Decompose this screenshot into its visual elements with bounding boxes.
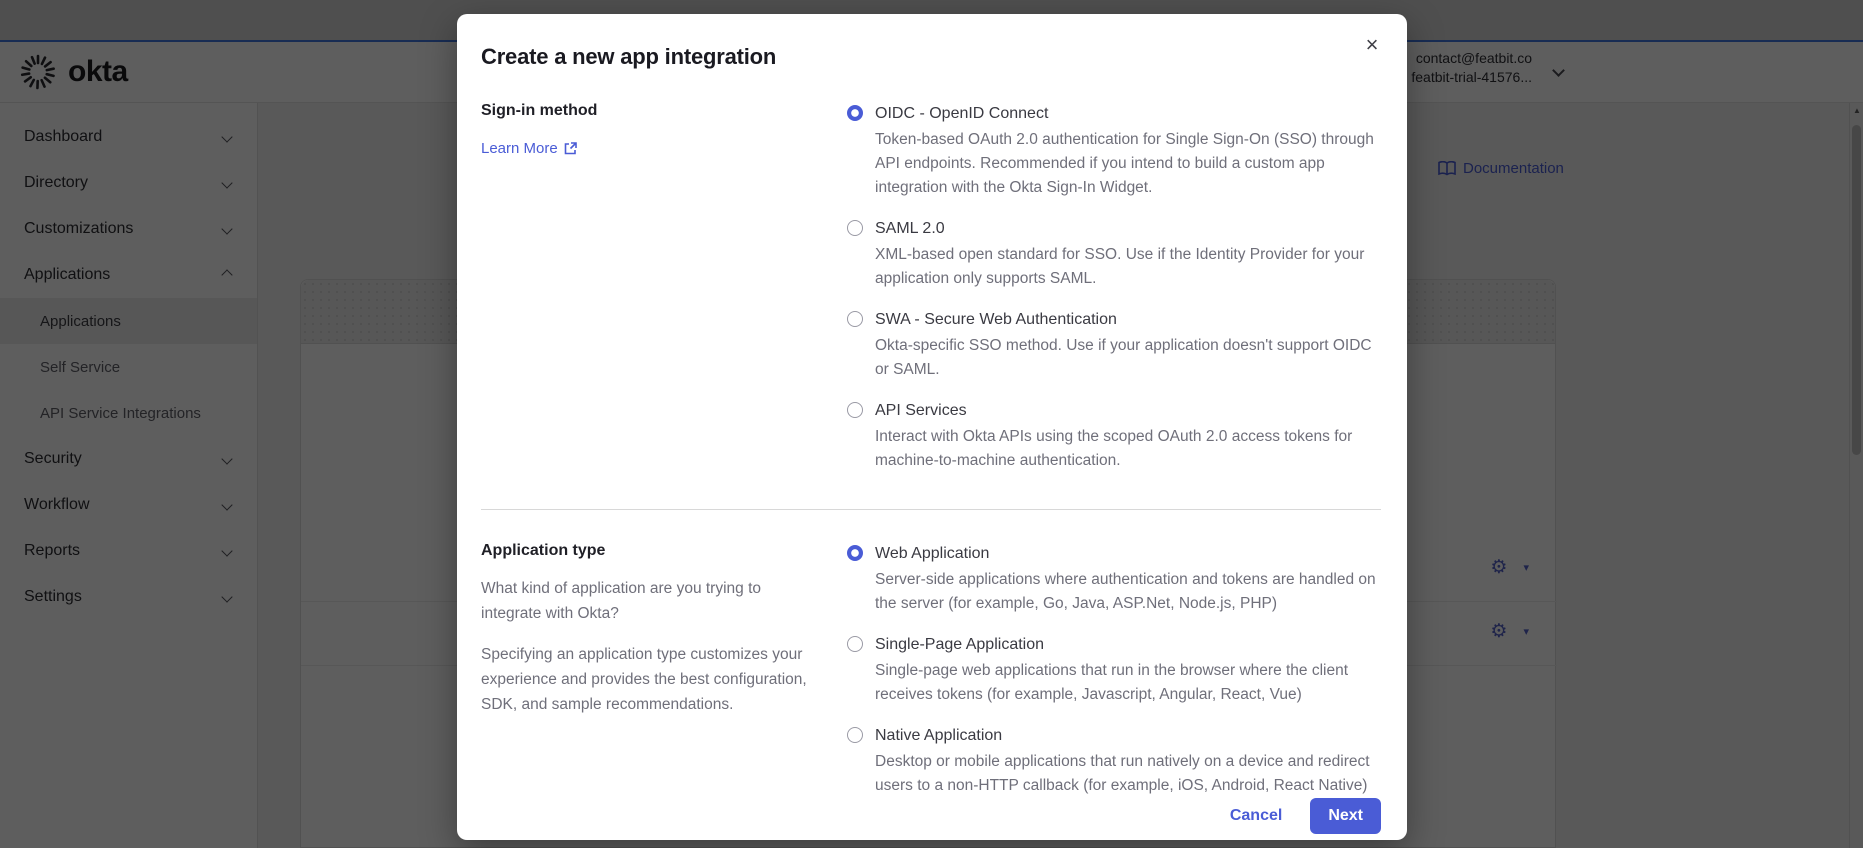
dialog-title: Create a new app integration <box>481 44 777 69</box>
signin-method-section: Sign-in method Learn More OIDC - OpenID … <box>481 102 1381 473</box>
signin-option-oidc[interactable]: OIDC - OpenID Connect Token-based OAuth … <box>847 102 1381 200</box>
option-name: Native Application <box>875 727 1003 744</box>
apptype-option-spa[interactable]: Single-Page Application Single-page web … <box>847 633 1381 707</box>
create-app-integration-dialog: × Create a new app integration Sign-in m… <box>457 14 1407 840</box>
next-button[interactable]: Next <box>1310 798 1381 834</box>
option-description: Okta-specific SSO method. Use if your ap… <box>875 337 1372 378</box>
signin-option-swa[interactable]: SWA - Secure Web Authentication Okta-spe… <box>847 308 1381 382</box>
option-name: SAML 2.0 <box>875 220 945 237</box>
radio-native-application[interactable] <box>847 727 863 743</box>
radio-single-page-application[interactable] <box>847 636 863 652</box>
application-type-label: Application type <box>481 542 606 559</box>
option-name: Web Application <box>875 545 990 562</box>
option-description: Token-based OAuth 2.0 authentication for… <box>875 131 1374 196</box>
signin-method-label: Sign-in method <box>481 102 598 119</box>
radio-saml[interactable] <box>847 220 863 236</box>
option-name: SWA - Secure Web Authentication <box>875 311 1117 328</box>
okta-admin-page: okta contact@featbit.co featbit-trial-41… <box>0 0 1863 848</box>
application-type-help2: Specifying an application type customize… <box>481 646 807 713</box>
close-icon[interactable]: × <box>1357 30 1387 60</box>
radio-swa[interactable] <box>847 311 863 327</box>
application-type-section: Application type What kind of applicatio… <box>481 542 1381 798</box>
apptype-option-native[interactable]: Native Application Desktop or mobile app… <box>847 724 1381 798</box>
signin-option-api-services[interactable]: API Services Interact with Okta APIs usi… <box>847 399 1381 473</box>
option-name: OIDC - OpenID Connect <box>875 105 1049 122</box>
radio-oidc[interactable] <box>847 105 863 121</box>
application-type-help1: What kind of application are you trying … <box>481 580 762 622</box>
learn-more-link[interactable]: Learn More <box>481 140 577 157</box>
option-description: XML-based open standard for SSO. Use if … <box>875 246 1365 287</box>
learn-more-label: Learn More <box>481 140 558 157</box>
option-description: Single-page web applications that run in… <box>875 662 1349 703</box>
option-description: Desktop or mobile applications that run … <box>875 753 1370 794</box>
cancel-button[interactable]: Cancel <box>1230 807 1282 825</box>
option-name: API Services <box>875 402 967 419</box>
option-description: Server-side applications where authentic… <box>875 571 1376 612</box>
section-divider <box>481 509 1381 510</box>
signin-option-saml[interactable]: SAML 2.0 XML-based open standard for SSO… <box>847 217 1381 291</box>
apptype-option-web[interactable]: Web Application Server-side applications… <box>847 542 1381 616</box>
dialog-footer: Cancel Next <box>481 798 1381 834</box>
external-link-icon <box>564 142 577 155</box>
option-description: Interact with Okta APIs using the scoped… <box>875 428 1353 469</box>
radio-api-services[interactable] <box>847 402 863 418</box>
option-name: Single-Page Application <box>875 636 1045 653</box>
radio-web-application[interactable] <box>847 545 863 561</box>
